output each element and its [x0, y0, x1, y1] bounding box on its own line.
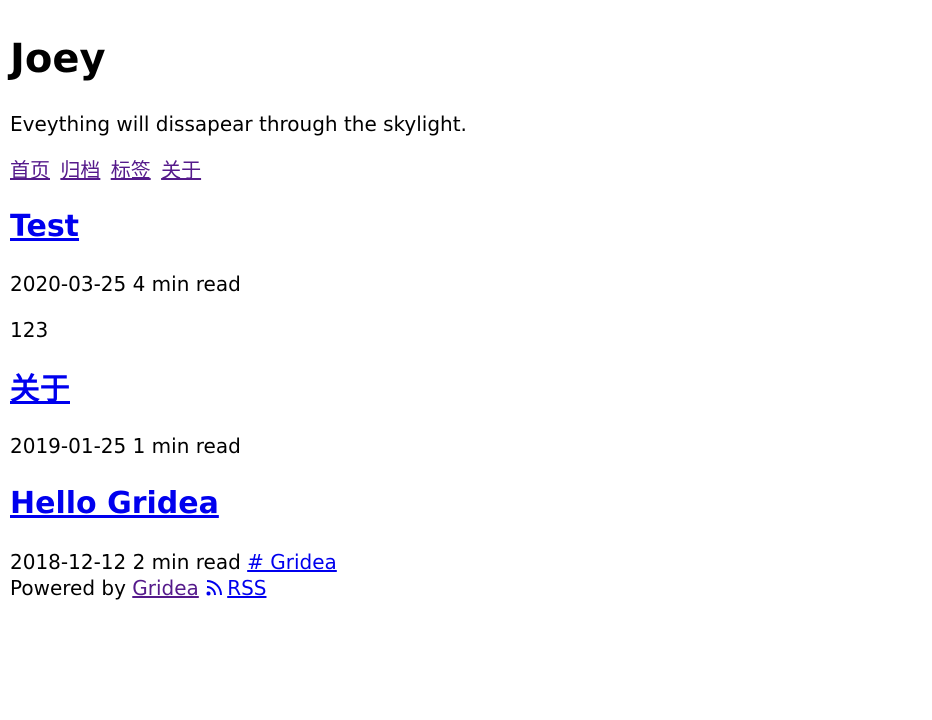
post-date: 2019-01-25 [10, 434, 127, 458]
nav-item-tags[interactable]: 标签 [111, 158, 151, 182]
powered-by-text: Powered by [10, 576, 126, 600]
gridea-link[interactable]: Gridea [132, 576, 199, 600]
page: Joey Eveything will dissapear through th… [0, 0, 932, 720]
site-title: Joey [10, 36, 106, 82]
post-excerpt: 123 [10, 318, 49, 342]
nav-item-home[interactable]: 首页 [10, 158, 50, 182]
post-read-time: 1 min read [132, 434, 241, 458]
post-read-time: 4 min read [132, 272, 241, 296]
post-date: 2018-12-12 [10, 550, 127, 574]
rss-label: RSS [227, 576, 267, 600]
site-description: Eveything will dissapear through the sky… [10, 112, 467, 136]
post-meta: 2019-01-25 1 min read [10, 435, 241, 458]
post-meta: 2018-12-12 2 min read # Gridea [10, 551, 337, 574]
nav-item-about[interactable]: 关于 [161, 158, 201, 182]
post-date: 2020-03-25 [10, 272, 127, 296]
post-meta: 2020-03-25 4 min read [10, 273, 241, 296]
rss-link[interactable]: RSS [205, 576, 266, 600]
post-title-link[interactable]: 关于 [10, 372, 70, 408]
rss-icon [205, 579, 223, 602]
post-title-link[interactable]: Test [10, 209, 79, 245]
post-read-time: 2 min read [132, 550, 241, 574]
post-title-link[interactable]: Hello Gridea [10, 486, 219, 522]
post-tag-link[interactable]: # Gridea [247, 550, 337, 574]
footer: Powered by Gridea RSS [10, 577, 266, 602]
nav-item-archive[interactable]: 归档 [60, 158, 100, 182]
site-nav: 首页 归档 标签 关于 [10, 159, 205, 182]
